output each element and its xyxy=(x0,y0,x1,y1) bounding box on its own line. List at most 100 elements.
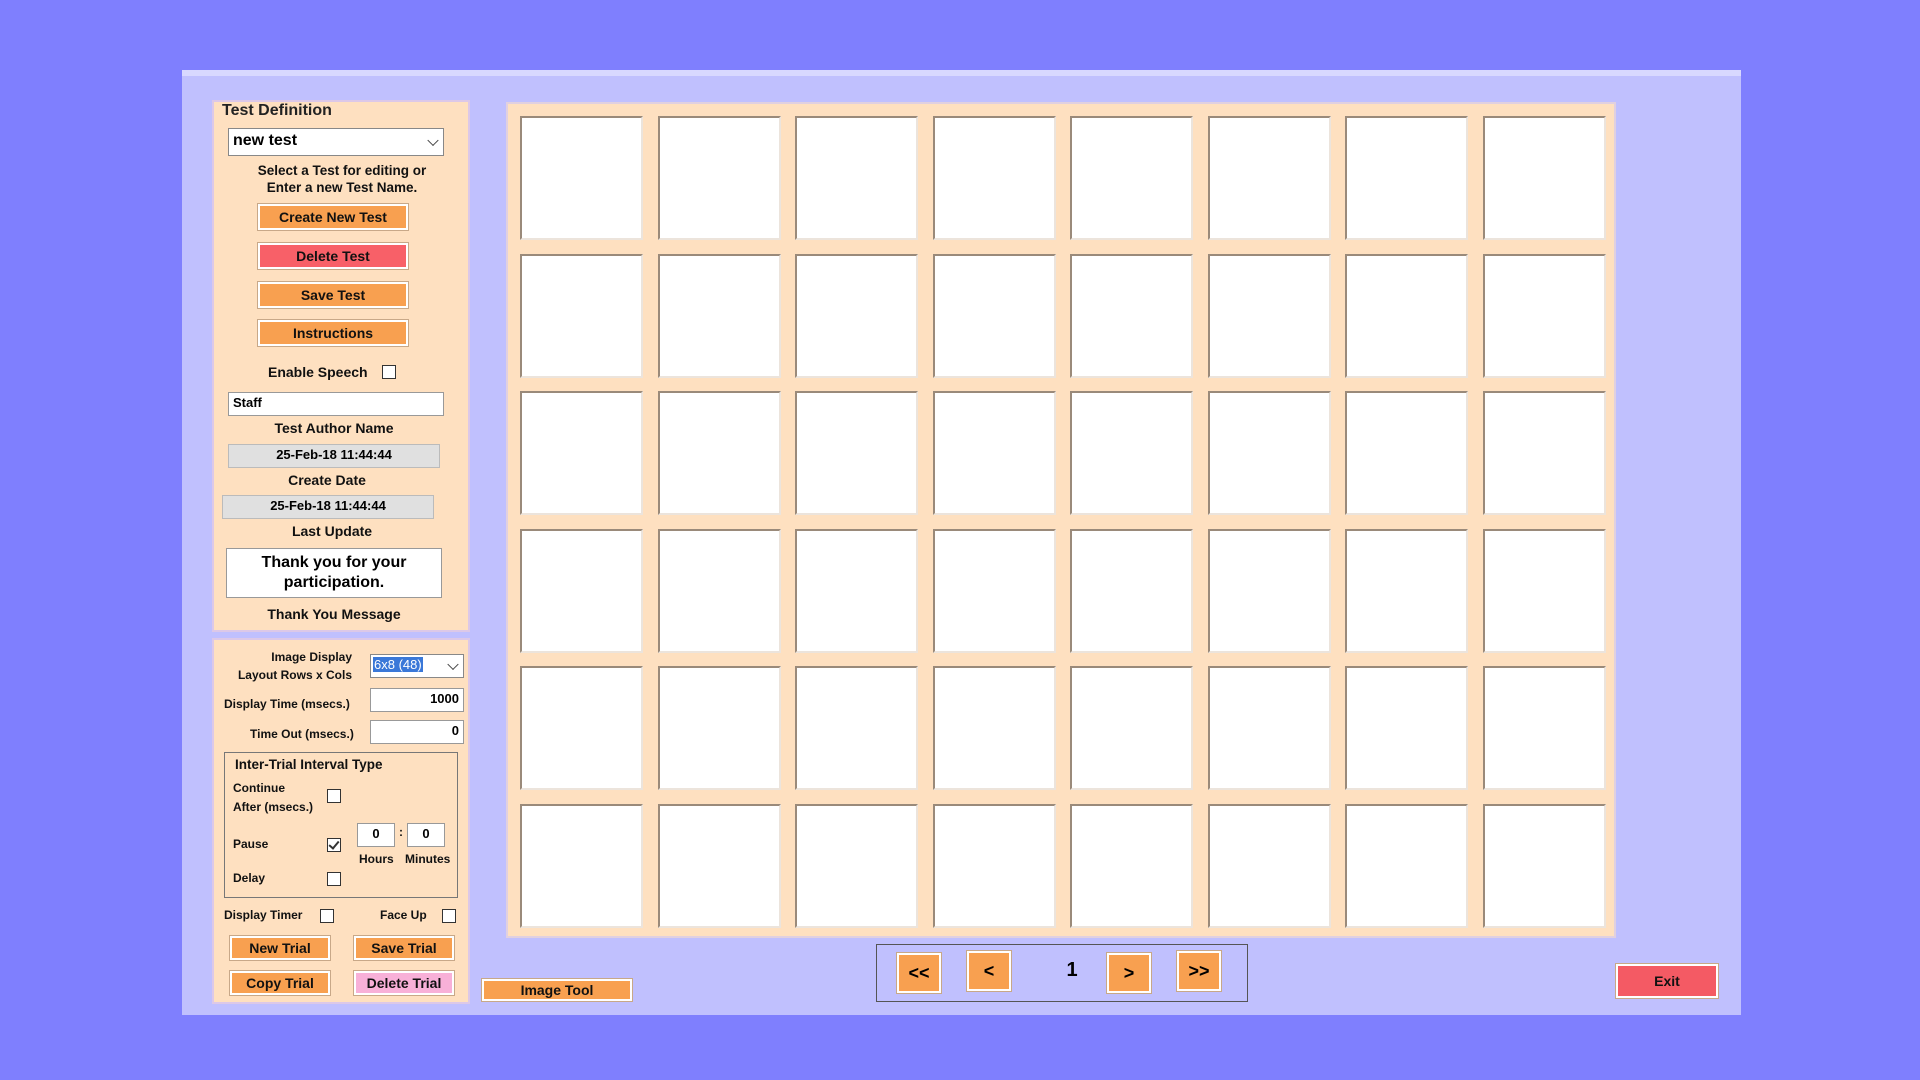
display-timer-checkbox[interactable] xyxy=(320,909,334,923)
main-window: Test Definition new test Select a Test f… xyxy=(182,70,1741,1015)
image-cell[interactable] xyxy=(1482,666,1606,790)
image-cell[interactable] xyxy=(932,528,1056,653)
display-time-input[interactable]: 1000 xyxy=(370,688,464,712)
thank-you-message-input[interactable]: Thank you for your participation. xyxy=(226,548,442,598)
image-cell[interactable] xyxy=(932,803,1056,928)
image-cell[interactable] xyxy=(1207,528,1331,653)
image-cell[interactable] xyxy=(795,391,918,515)
image-cell[interactable] xyxy=(1482,116,1606,240)
page-navigator: << < 1 > >> xyxy=(876,944,1248,1002)
hours-input[interactable]: 0 xyxy=(357,823,395,847)
enable-speech-checkbox[interactable] xyxy=(382,365,396,379)
author-name-input[interactable]: Staff xyxy=(228,392,444,416)
image-grid xyxy=(506,102,1616,938)
image-cell[interactable] xyxy=(657,803,781,928)
time-colon: : xyxy=(399,825,403,839)
face-up-checkbox[interactable] xyxy=(442,909,456,923)
image-cell[interactable] xyxy=(1207,666,1331,790)
new-trial-button[interactable]: New Trial xyxy=(230,936,330,960)
save-test-button[interactable]: Save Test xyxy=(258,282,408,308)
image-cell[interactable] xyxy=(932,253,1056,378)
chevron-down-icon xyxy=(427,134,439,147)
layout-value: 6x8 (48) xyxy=(373,657,423,672)
save-trial-button[interactable]: Save Trial xyxy=(354,936,454,960)
image-cell[interactable] xyxy=(795,666,918,790)
delete-trial-button[interactable]: Delete Trial xyxy=(354,971,454,995)
hours-label: Hours xyxy=(359,852,394,866)
last-update-field: 25-Feb-18 11:44:44 xyxy=(222,495,434,519)
last-update-label: Last Update xyxy=(291,523,373,539)
image-cell[interactable] xyxy=(520,528,643,653)
image-cell[interactable] xyxy=(1070,391,1193,515)
pause-checkbox[interactable] xyxy=(327,838,341,852)
minutes-label: Minutes xyxy=(405,852,451,866)
image-cell[interactable] xyxy=(1345,528,1468,653)
image-cell[interactable] xyxy=(1345,803,1468,928)
test-select-dropdown[interactable]: new test xyxy=(228,128,444,156)
image-cell[interactable] xyxy=(1345,666,1468,790)
thank-you-message-label: Thank You Message xyxy=(267,606,401,622)
image-tool-button[interactable]: Image Tool xyxy=(482,979,632,1001)
image-cell[interactable] xyxy=(1482,803,1606,928)
continue-checkbox[interactable] xyxy=(327,789,341,803)
create-new-test-button[interactable]: Create New Test xyxy=(258,204,408,230)
instructions-button[interactable]: Instructions xyxy=(258,320,408,346)
trial-settings-panel: Image Display Layout Rows x Cols 6x8 (48… xyxy=(212,638,470,1004)
delay-checkbox[interactable] xyxy=(327,872,341,886)
image-cell[interactable] xyxy=(657,528,781,653)
layout-label: Image Display Layout Rows x Cols xyxy=(237,650,352,682)
image-cell[interactable] xyxy=(795,528,918,653)
display-timer-label: Display Timer xyxy=(224,908,303,922)
image-cell[interactable] xyxy=(932,666,1056,790)
delay-label: Delay xyxy=(233,871,266,885)
image-cell[interactable] xyxy=(520,391,643,515)
image-cell[interactable] xyxy=(1207,116,1331,240)
image-cell[interactable] xyxy=(657,666,781,790)
image-cell[interactable] xyxy=(1070,803,1193,928)
select-hint: Select a Test for editing or Enter a new… xyxy=(257,163,427,195)
timeout-label: Time Out (msecs.) xyxy=(250,727,354,741)
image-cell[interactable] xyxy=(1070,116,1193,240)
inter-trial-interval-group: Inter-Trial Interval Type Continue After… xyxy=(224,752,458,898)
image-cell[interactable] xyxy=(1345,253,1468,378)
image-cell[interactable] xyxy=(520,666,643,790)
image-cell[interactable] xyxy=(1207,253,1331,378)
image-cell[interactable] xyxy=(795,116,918,240)
image-cell[interactable] xyxy=(657,116,781,240)
continue-label: Continue After (msecs.) xyxy=(233,781,314,814)
test-select-value: new test xyxy=(233,132,298,149)
copy-trial-button[interactable]: Copy Trial xyxy=(230,971,330,995)
image-cell[interactable] xyxy=(932,116,1056,240)
delete-test-button[interactable]: Delete Test xyxy=(258,243,408,269)
image-cell[interactable] xyxy=(1482,391,1606,515)
image-cell[interactable] xyxy=(795,803,918,928)
next-page-button[interactable]: > xyxy=(1107,953,1151,993)
image-cell[interactable] xyxy=(520,253,643,378)
image-cell[interactable] xyxy=(1070,666,1193,790)
iti-title: Inter-Trial Interval Type xyxy=(235,757,383,772)
timeout-input[interactable]: 0 xyxy=(370,720,464,744)
image-cell[interactable] xyxy=(1070,528,1193,653)
image-cell[interactable] xyxy=(795,253,918,378)
exit-button[interactable]: Exit xyxy=(1616,964,1718,998)
image-cell[interactable] xyxy=(1070,253,1193,378)
image-cell[interactable] xyxy=(520,803,643,928)
image-cell[interactable] xyxy=(1482,528,1606,653)
image-cell[interactable] xyxy=(1207,803,1331,928)
layout-dropdown[interactable]: 6x8 (48) xyxy=(370,654,464,678)
image-cell[interactable] xyxy=(932,391,1056,515)
prev-page-button[interactable]: < xyxy=(967,951,1011,991)
image-cell[interactable] xyxy=(1345,116,1468,240)
display-time-label: Display Time (msecs.) xyxy=(224,697,350,711)
minutes-input[interactable]: 0 xyxy=(407,823,445,847)
first-page-button[interactable]: << xyxy=(897,953,941,993)
image-cell[interactable] xyxy=(1207,391,1331,515)
image-cell[interactable] xyxy=(1482,253,1606,378)
image-cell[interactable] xyxy=(657,253,781,378)
create-date-label: Create Date xyxy=(288,472,366,488)
image-cell[interactable] xyxy=(520,116,643,240)
image-cell[interactable] xyxy=(657,391,781,515)
enable-speech-label: Enable Speech xyxy=(268,364,368,380)
image-cell[interactable] xyxy=(1345,391,1468,515)
last-page-button[interactable]: >> xyxy=(1177,951,1221,991)
